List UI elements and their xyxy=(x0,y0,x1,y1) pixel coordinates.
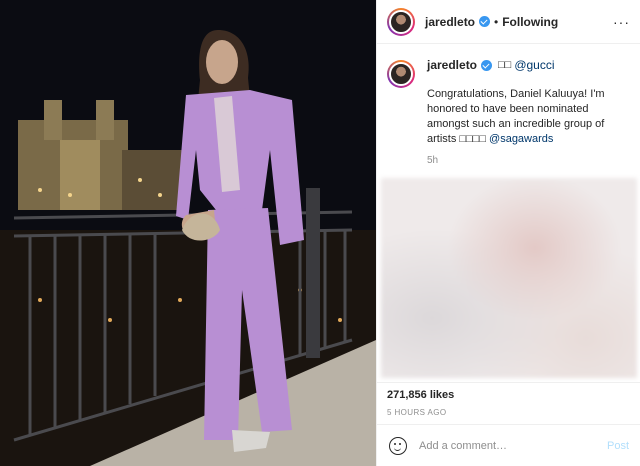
blurred-comments-area xyxy=(381,178,637,378)
posted-time: 5 HOURS AGO xyxy=(387,408,447,417)
railing-post xyxy=(306,188,320,358)
caption-tag-glyphs: □□ xyxy=(498,59,512,71)
post-stats: 271,856 likes 5 HOURS AGO xyxy=(377,382,640,417)
author-avatar[interactable] xyxy=(387,7,415,36)
verified-badge-icon xyxy=(481,60,493,71)
sagawards-mention-link[interactable]: @sagawards xyxy=(489,133,553,145)
caption-timestamp: 5h xyxy=(427,155,439,166)
post-side-panel: jaredleto • Following ··· jaredleto □□ @… xyxy=(376,0,640,466)
post-header: jaredleto • Following ··· xyxy=(377,0,640,44)
gucci-mention-link[interactable]: @gucci xyxy=(514,58,554,73)
likes-count[interactable]: 271,856 likes xyxy=(387,389,631,401)
comment-input[interactable] xyxy=(419,439,589,452)
emoji-icon[interactable] xyxy=(389,436,407,455)
author-username[interactable]: jaredleto xyxy=(425,15,475,29)
verified-badge-icon xyxy=(479,16,491,27)
comment-bar: Post xyxy=(377,424,640,466)
caption-text: Congratulations, Daniel Kaluuya! I'm hon… xyxy=(427,87,627,147)
post-photo[interactable] xyxy=(0,0,376,466)
caption-username[interactable]: jaredleto xyxy=(427,58,477,73)
following-button[interactable]: Following xyxy=(502,15,558,29)
post-caption: jaredleto □□ @gucci Congratulations, Dan… xyxy=(377,44,640,168)
separator-dot: • xyxy=(494,14,499,29)
photo-illustration xyxy=(0,0,376,466)
caption-avatar[interactable] xyxy=(387,60,415,88)
more-options-icon[interactable]: ··· xyxy=(613,14,630,30)
post-button[interactable]: Post xyxy=(607,440,629,452)
